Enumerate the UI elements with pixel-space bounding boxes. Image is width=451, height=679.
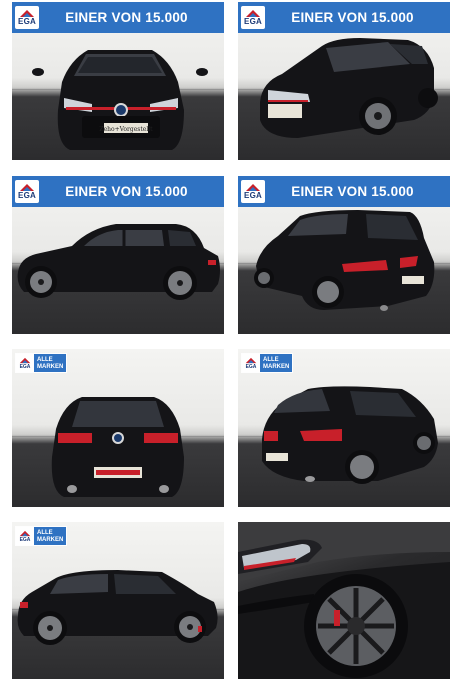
photo-gallery: EGA EINER VON 15.000 Zeho+Vorgestellt EG… <box>0 0 451 679</box>
ega-emblem-icon <box>245 357 257 363</box>
photo-tile-rear[interactable]: EGA ALLE MARKEN <box>12 349 224 507</box>
alle-marken-label: ALLE MARKEN <box>34 527 67 545</box>
badge-line-1: ALLE <box>37 357 53 363</box>
banner-text: EINER VON 15.000 <box>65 184 188 199</box>
car-rear-image <box>51 397 184 497</box>
car-rear-right-quarter-image <box>262 386 438 484</box>
ega-logo: EGA <box>16 527 34 545</box>
ega-logo: EGA <box>15 6 39 29</box>
promo-banner: EGA EINER VON 15.000 <box>238 176 450 207</box>
alle-marken-badge: EGA ALLE MARKEN <box>242 354 293 372</box>
badge-line-1: ALLE <box>37 530 53 536</box>
ega-logo: EGA <box>241 6 265 29</box>
ega-logo: EGA <box>15 180 39 203</box>
badge-line-2: MARKEN <box>263 364 290 370</box>
car-side-image-2 <box>17 570 218 645</box>
ega-logo-text: EGA <box>18 191 36 200</box>
ega-logo: EGA <box>241 180 265 203</box>
promo-banner: EGA EINER VON 15.000 <box>238 2 450 33</box>
alle-marken-badge: EGA ALLE MARKEN <box>16 354 67 372</box>
photo-tile-left-side-2[interactable]: EGA ALLE MARKEN <box>12 522 224 679</box>
photo-tile-left-side[interactable]: EGA EINER VON 15.000 <box>12 176 224 334</box>
ega-logo-text: EGA <box>244 17 262 26</box>
promo-banner: EGA EINER VON 15.000 <box>12 176 224 207</box>
ega-logo-text: EGA <box>18 17 36 26</box>
badge-line-2: MARKEN <box>37 537 64 543</box>
photo-tile-front[interactable]: EGA EINER VON 15.000 Zeho+Vorgestellt <box>12 2 224 160</box>
ega-logo-text: EGA <box>19 536 31 543</box>
photo-tile-closeup[interactable] <box>238 522 450 679</box>
alle-marken-badge: EGA ALLE MARKEN <box>16 527 67 545</box>
ega-emblem-icon <box>19 357 31 363</box>
ega-logo-text: EGA <box>245 363 257 370</box>
banner-text: EINER VON 15.000 <box>291 10 414 25</box>
ega-logo: EGA <box>16 354 34 372</box>
ega-emblem-icon <box>19 530 31 536</box>
car-closeup-image <box>238 522 450 679</box>
license-plate-text: Zeho+Vorgestellt <box>99 126 153 133</box>
ega-logo-text: EGA <box>19 363 31 370</box>
photo-tile-rear-right-three-quarter[interactable]: EGA ALLE MARKEN <box>238 349 450 507</box>
ega-logo-text: EGA <box>244 191 262 200</box>
badge-line-1: ALLE <box>263 357 279 363</box>
banner-text: EINER VON 15.000 <box>291 184 414 199</box>
photo-tile-front-three-quarter[interactable]: EGA EINER VON 15.000 <box>238 2 450 160</box>
banner-text: EINER VON 15.000 <box>65 10 188 25</box>
promo-banner: EGA EINER VON 15.000 <box>12 2 224 33</box>
alle-marken-label: ALLE MARKEN <box>260 354 293 372</box>
photo-tile-rear-three-quarter[interactable]: EGA EINER VON 15.000 <box>238 176 450 334</box>
badge-line-2: MARKEN <box>37 364 64 370</box>
ega-logo: EGA <box>242 354 260 372</box>
alle-marken-label: ALLE MARKEN <box>34 354 67 372</box>
